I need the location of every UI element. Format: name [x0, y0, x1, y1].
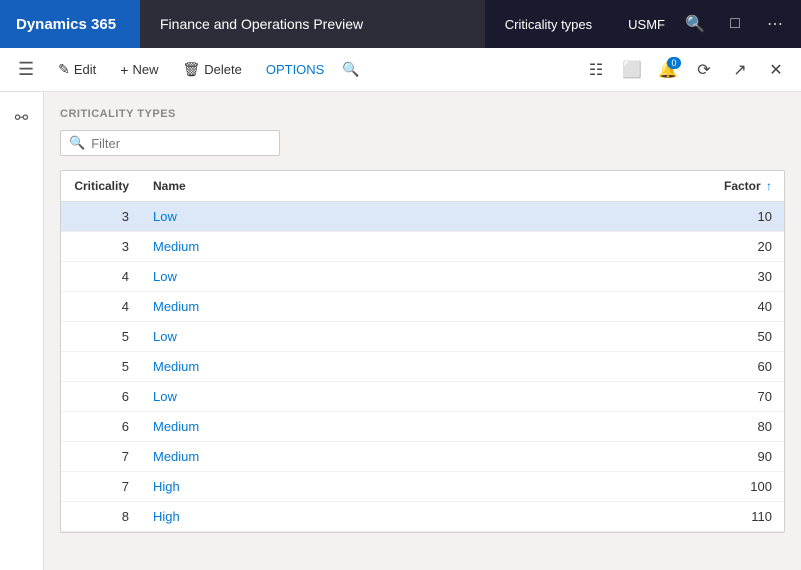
filter-search-icon: 🔍 [69, 135, 85, 151]
cell-criticality: 6 [61, 412, 141, 442]
hamburger-menu-button[interactable]: ☰ [8, 55, 44, 84]
cell-criticality: 8 [61, 502, 141, 532]
close-icon[interactable]: ✕ [759, 53, 793, 87]
cell-name: Medium [141, 412, 704, 442]
delete-icon: 🗑 [182, 61, 200, 78]
column-header-factor[interactable]: Factor ↑ [704, 171, 784, 202]
cell-name: Low [141, 322, 704, 352]
dynamics-logo[interactable]: Dynamics 365 [0, 0, 140, 48]
cell-name: Low [141, 262, 704, 292]
cell-name: High [141, 502, 704, 532]
edit-icon: ✎ [58, 61, 70, 78]
cell-factor: 50 [704, 322, 784, 352]
cell-criticality: 7 [61, 442, 141, 472]
cell-name: Medium [141, 352, 704, 382]
cell-factor: 30 [704, 262, 784, 292]
cell-factor: 60 [704, 352, 784, 382]
cell-factor: 110 [704, 502, 784, 532]
table-row[interactable]: 6Low70 [61, 382, 784, 412]
toolbar-right-icons: ☷ ⬜ 🔔 0 ⟳ ↗ ✕ [579, 53, 793, 87]
toolbar-search-icon: 🔍 [342, 61, 359, 78]
filter-input[interactable] [91, 136, 271, 151]
office-icon[interactable]: ⬜ [615, 53, 649, 87]
cell-criticality: 7 [61, 472, 141, 502]
toolbar-search[interactable]: 🔍 [342, 61, 359, 78]
sidebar: ⚯ [0, 92, 44, 570]
table-row[interactable]: 3Low10 [61, 202, 784, 232]
cell-factor: 40 [704, 292, 784, 322]
sort-ascending-icon: ↑ [766, 179, 772, 193]
filter-sidebar-icon[interactable]: ⚯ [4, 100, 40, 136]
company-selector[interactable]: USMF [620, 17, 673, 32]
table-body: 3Low103Medium204Low304Medium405Low505Med… [61, 202, 784, 532]
cell-criticality: 5 [61, 352, 141, 382]
cell-name: Medium [141, 292, 704, 322]
cell-name: Medium [141, 232, 704, 262]
cell-name: Low [141, 202, 704, 232]
criticality-table: Criticality Name Factor ↑ 3Low103Medium2… [61, 171, 784, 532]
main-area: ⚯ CRITICALITY TYPES 🔍 Criticality Name F… [0, 92, 801, 570]
cell-factor: 10 [704, 202, 784, 232]
table-row[interactable]: 4Medium40 [61, 292, 784, 322]
top-bar-right: USMF 🔍 □ ⋯ [612, 6, 801, 42]
add-icon: + [120, 62, 128, 78]
refresh-icon[interactable]: ⟳ [687, 53, 721, 87]
options-label: OPTIONS [266, 62, 325, 77]
module-label: Criticality types [485, 17, 612, 32]
table-row[interactable]: 3Medium20 [61, 232, 784, 262]
notification-bell-icon[interactable]: 🔔 0 [651, 53, 685, 87]
column-header-criticality[interactable]: Criticality [61, 171, 141, 202]
cell-factor: 90 [704, 442, 784, 472]
delete-label: Delete [204, 62, 242, 77]
cell-name: Medium [141, 442, 704, 472]
cell-criticality: 3 [61, 232, 141, 262]
table-row[interactable]: 6Medium80 [61, 412, 784, 442]
table-row[interactable]: 4Low30 [61, 262, 784, 292]
table-row[interactable]: 5Medium60 [61, 352, 784, 382]
column-header-name[interactable]: Name [141, 171, 704, 202]
search-icon[interactable]: 🔍 [677, 6, 713, 42]
delete-button[interactable]: 🗑 Delete [172, 57, 251, 82]
table-row[interactable]: 7High100 [61, 472, 784, 502]
filter-box[interactable]: 🔍 [60, 130, 280, 156]
table-header-row: Criticality Name Factor ↑ [61, 171, 784, 202]
top-bar: Dynamics 365 Finance and Operations Prev… [0, 0, 801, 48]
app-title: Finance and Operations Preview [160, 16, 363, 32]
options-button[interactable]: OPTIONS [256, 58, 335, 81]
cell-factor: 20 [704, 232, 784, 262]
notifications-icon[interactable]: □ [717, 6, 753, 42]
table-row[interactable]: 8High110 [61, 502, 784, 532]
new-label: New [132, 62, 158, 77]
cell-name: Low [141, 382, 704, 412]
table-row[interactable]: 7Medium90 [61, 442, 784, 472]
cell-name: High [141, 472, 704, 502]
more-options-icon[interactable]: ⋯ [757, 6, 793, 42]
edit-button[interactable]: ✎ Edit [48, 57, 106, 82]
cell-factor: 100 [704, 472, 784, 502]
cell-criticality: 3 [61, 202, 141, 232]
open-new-icon[interactable]: ↗ [723, 53, 757, 87]
cell-criticality: 4 [61, 292, 141, 322]
cell-criticality: 5 [61, 322, 141, 352]
cell-factor: 80 [704, 412, 784, 442]
grid-view-icon[interactable]: ☷ [579, 53, 613, 87]
criticality-table-container: Criticality Name Factor ↑ 3Low103Medium2… [60, 170, 785, 533]
cell-criticality: 6 [61, 382, 141, 412]
content-area: CRITICALITY TYPES 🔍 Criticality Name Fac… [44, 92, 801, 570]
new-button[interactable]: + New [110, 58, 168, 82]
cell-criticality: 4 [61, 262, 141, 292]
section-title: CRITICALITY TYPES [60, 108, 785, 120]
edit-label: Edit [74, 62, 96, 77]
toolbar: ☰ ✎ Edit + New 🗑 Delete OPTIONS 🔍 ☷ ⬜ 🔔 … [0, 48, 801, 92]
dynamics-label: Dynamics 365 [16, 16, 116, 33]
notification-count: 0 [667, 57, 681, 69]
table-row[interactable]: 5Low50 [61, 322, 784, 352]
app-title-area: Finance and Operations Preview [140, 0, 485, 48]
cell-factor: 70 [704, 382, 784, 412]
